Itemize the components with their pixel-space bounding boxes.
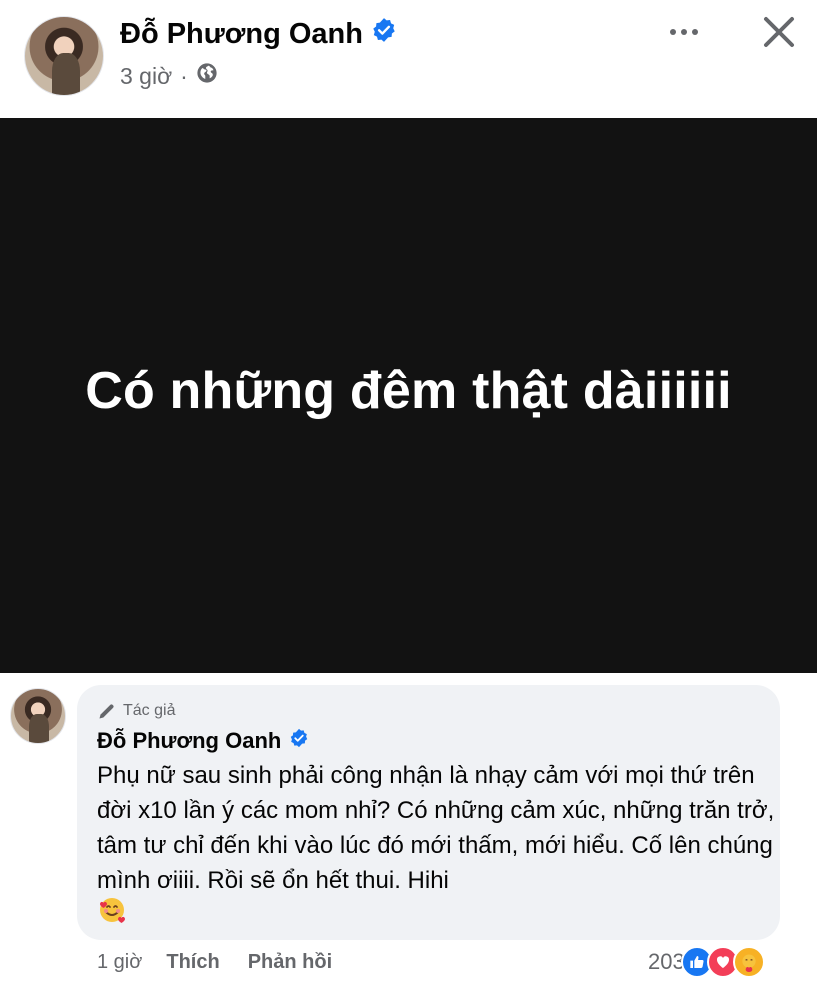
- reply-button[interactable]: Phản hồi: [248, 951, 332, 974]
- like-button[interactable]: Thích: [166, 951, 219, 974]
- post-time[interactable]: 3 giờ: [120, 63, 172, 90]
- post-meta: 3 giờ ·: [120, 62, 218, 90]
- separator-dot: ·: [180, 62, 188, 89]
- comment-actions: 1 giờ Thích Phản hồi: [97, 951, 360, 974]
- author-badge-label: Tác giả: [123, 702, 176, 719]
- more-options-icon[interactable]: [664, 14, 704, 50]
- care-icon: [732, 946, 765, 978]
- comment-bubble: Tác giả Đỗ Phương Oanh Phụ nữ sau sinh p…: [77, 685, 780, 940]
- text-post-card: Có những đêm thật dàiiiiii: [0, 118, 817, 673]
- author-badge: Tác giả: [97, 701, 175, 721]
- comment-author-label[interactable]: Đỗ Phương Oanh: [97, 728, 281, 754]
- reaction-count[interactable]: 203: [648, 949, 685, 975]
- verified-badge-icon: [371, 17, 397, 51]
- reaction-summary[interactable]: 203: [648, 946, 765, 978]
- smiling-face-with-hearts-icon: [97, 895, 127, 935]
- comment-text: Phụ nữ sau sinh phải công nhận là nhạy c…: [97, 758, 787, 935]
- post-header: Đỗ Phương Oanh 3 giờ ·: [0, 0, 817, 118]
- post-author-label[interactable]: Đỗ Phương Oanh: [120, 18, 363, 51]
- globe-icon[interactable]: [196, 62, 218, 90]
- post-author-name[interactable]: Đỗ Phương Oanh: [120, 17, 397, 51]
- pencil-icon: [99, 704, 114, 719]
- comment-body: Phụ nữ sau sinh phải công nhận là nhạy c…: [97, 762, 775, 894]
- verified-badge-icon: [289, 728, 309, 754]
- close-icon[interactable]: [757, 10, 801, 54]
- comment-time[interactable]: 1 giờ: [97, 951, 142, 974]
- author-avatar[interactable]: [24, 16, 104, 96]
- comment-author-avatar[interactable]: [10, 688, 66, 744]
- post-text: Có những đêm thật dàiiiiii: [85, 361, 732, 420]
- comment-author-name[interactable]: Đỗ Phương Oanh: [97, 728, 309, 754]
